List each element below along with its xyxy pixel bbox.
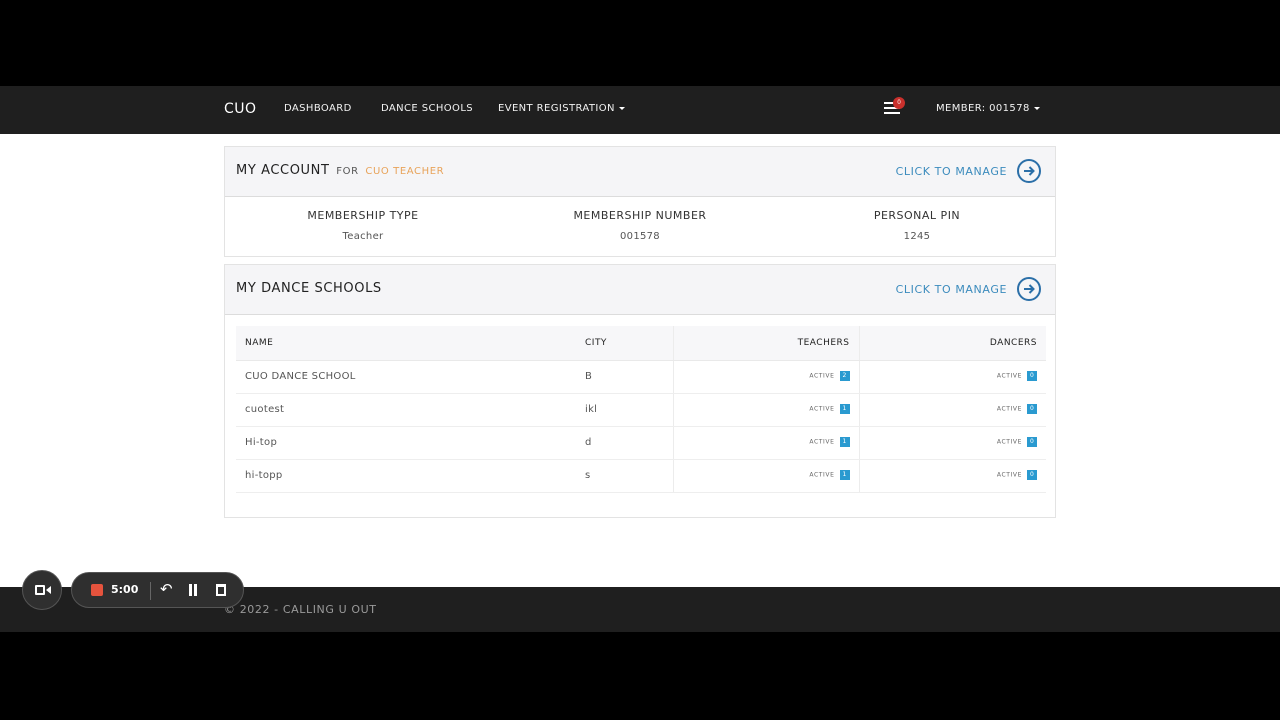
school-name[interactable]: hi-topp	[236, 459, 576, 493]
trash-icon[interactable]	[216, 584, 226, 596]
membership-type-value: Teacher	[342, 231, 384, 242]
col-name[interactable]: NAME	[236, 326, 576, 361]
schools-title: MY DANCE SCHOOLS	[236, 281, 382, 296]
notification-badge: 0	[893, 97, 905, 109]
active-label: ACTIVE	[996, 405, 1022, 413]
member-dropdown[interactable]: MEMBER: 001578	[936, 103, 1040, 114]
col-dancers[interactable]: DANCERS	[859, 326, 1046, 361]
account-title-text: MY ACCOUNT	[236, 163, 330, 178]
school-city: ikl	[576, 393, 674, 427]
member-label: MEMBER: 001578	[936, 103, 1030, 114]
school-city: B	[576, 360, 674, 394]
arrow-right-circle-icon[interactable]	[1017, 159, 1041, 183]
page-content: MY ACCOUNT FOR CUO TEACHER CLICK TO MANA…	[0, 134, 1280, 587]
dancers-cell: ACTIVE 0	[859, 459, 1046, 493]
active-label: ACTIVE	[996, 372, 1022, 380]
nav-dance-schools[interactable]: DANCE SCHOOLS	[381, 103, 473, 114]
chevron-down-icon	[1033, 106, 1040, 110]
teachers-cell: ACTIVE 1	[673, 459, 860, 493]
membership-type-label: MEMBERSHIP TYPE	[307, 209, 419, 222]
arrow-right-circle-icon[interactable]	[1017, 277, 1041, 301]
table-row[interactable]: hi-topp s ACTIVE 1 ACTIVE 0	[236, 459, 1046, 493]
col-city[interactable]: CITY	[576, 326, 674, 361]
schools-table: NAME CITY TEACHERS DANCERS CUO DANCE SCH…	[236, 326, 1046, 493]
teachers-count-badge: 1	[839, 437, 850, 447]
pause-icon[interactable]	[189, 584, 197, 596]
schools-panel-header: MY DANCE SCHOOLS CLICK TO MANAGE	[225, 265, 1055, 315]
chevron-down-icon	[618, 106, 625, 110]
account-panel-header: MY ACCOUNT FOR CUO TEACHER CLICK TO MANA…	[225, 147, 1055, 197]
table-header-row: NAME CITY TEACHERS DANCERS	[236, 326, 1046, 361]
dancers-cell: ACTIVE 0	[859, 360, 1046, 394]
toolbar-divider	[150, 582, 151, 600]
membership-type: MEMBERSHIP TYPE Teacher	[263, 209, 463, 242]
active-label: ACTIVE	[996, 471, 1022, 479]
teachers-count-badge: 1	[839, 470, 850, 480]
active-label: ACTIVE	[809, 471, 835, 479]
account-for-label: FOR	[336, 166, 359, 177]
nav-event-registration-label: EVENT REGISTRATION	[498, 103, 615, 114]
account-owner: CUO TEACHER	[365, 166, 445, 177]
schools-panel: MY DANCE SCHOOLS CLICK TO MANAGE NAME CI…	[224, 264, 1056, 518]
membership-number: MEMBERSHIP NUMBER 001578	[540, 209, 740, 242]
footer-copyright: © 2022 - CALLING U OUT	[224, 603, 377, 616]
undo-icon[interactable]: ↶	[160, 580, 173, 598]
account-title: MY ACCOUNT FOR CUO TEACHER	[236, 163, 444, 178]
table-row[interactable]: cuotest ikl ACTIVE 1 ACTIVE 0	[236, 393, 1046, 427]
school-city: s	[576, 459, 674, 493]
school-name[interactable]: Hi-top	[236, 426, 576, 460]
camera-toggle-button[interactable]	[22, 570, 62, 610]
teachers-count-badge: 1	[839, 404, 850, 414]
recording-toolbar: 5:00 ↶	[71, 572, 244, 608]
active-label: ACTIVE	[809, 405, 835, 413]
dancers-count-badge: 0	[1027, 371, 1037, 381]
active-label: ACTIVE	[809, 372, 835, 380]
dancers-cell: ACTIVE 0	[859, 426, 1046, 460]
account-panel: MY ACCOUNT FOR CUO TEACHER CLICK TO MANA…	[224, 146, 1056, 257]
teachers-cell: ACTIVE 2	[673, 360, 860, 394]
table-row[interactable]: CUO DANCE SCHOOL B ACTIVE 2 ACTIVE 0	[236, 360, 1046, 394]
col-teachers[interactable]: TEACHERS	[673, 326, 860, 361]
schools-manage-link[interactable]: CLICK TO MANAGE	[896, 283, 1007, 296]
letterbox-bottom	[0, 632, 1280, 720]
nav-event-registration[interactable]: EVENT REGISTRATION	[498, 103, 625, 114]
stop-recording-icon[interactable]	[91, 584, 103, 596]
school-name[interactable]: cuotest	[236, 393, 576, 427]
active-label: ACTIVE	[996, 438, 1022, 446]
personal-pin: PERSONAL PIN 1245	[817, 209, 1017, 242]
school-city: d	[576, 426, 674, 460]
dancers-count-badge: 0	[1027, 470, 1037, 480]
membership-number-label: MEMBERSHIP NUMBER	[573, 209, 707, 222]
personal-pin-label: PERSONAL PIN	[873, 209, 961, 222]
video-camera-icon	[35, 585, 45, 595]
membership-number-value: 001578	[620, 231, 660, 242]
account-manage-link[interactable]: CLICK TO MANAGE	[896, 165, 1007, 178]
nav-dashboard[interactable]: DASHBOARD	[284, 103, 352, 114]
active-label: ACTIVE	[809, 438, 835, 446]
dancers-count-badge: 0	[1027, 404, 1037, 414]
top-navbar: CUO DASHBOARD DANCE SCHOOLS EVENT REGIST…	[0, 86, 1280, 134]
personal-pin-value: 1245	[903, 231, 931, 242]
dancers-count-badge: 0	[1027, 437, 1037, 447]
dancers-cell: ACTIVE 0	[859, 393, 1046, 427]
table-row[interactable]: Hi-top d ACTIVE 1 ACTIVE 0	[236, 426, 1046, 460]
letterbox-top	[0, 0, 1280, 86]
teachers-cell: ACTIVE 1	[673, 426, 860, 460]
brand-logo[interactable]: CUO	[224, 101, 257, 117]
school-name[interactable]: CUO DANCE SCHOOL	[236, 360, 576, 394]
teachers-cell: ACTIVE 1	[673, 393, 860, 427]
recording-timer: 5:00	[111, 583, 139, 596]
teachers-count-badge: 2	[839, 371, 850, 381]
